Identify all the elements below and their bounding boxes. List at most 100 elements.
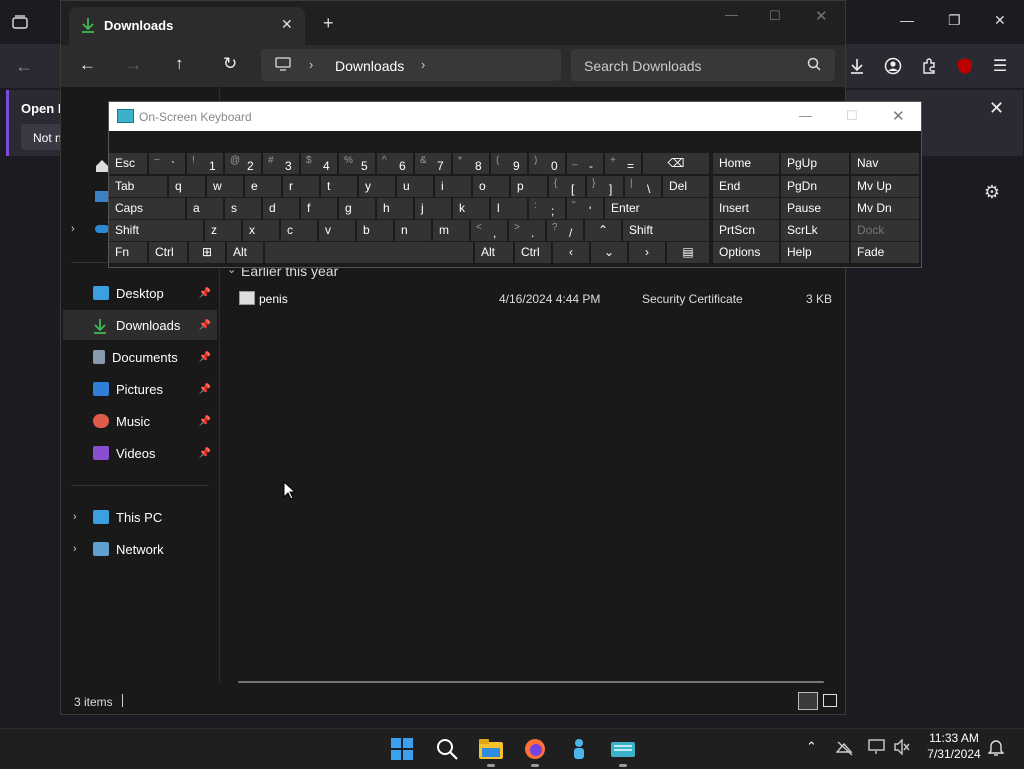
nav-key-4-1[interactable]: Help (781, 242, 849, 263)
key-e[interactable]: e (245, 176, 281, 197)
key-k[interactable]: k (453, 198, 489, 219)
key-d[interactable]: d (263, 198, 299, 219)
show-hidden-icons-chevron-icon[interactable]: ⌃ (806, 739, 817, 755)
key-punct-b-1[interactable]: >. (509, 220, 545, 241)
nav-key-3-2[interactable]: Dock (851, 220, 919, 241)
key-bracket-1[interactable]: }] (587, 176, 623, 197)
extensions-icon[interactable] (917, 54, 941, 78)
file-row[interactable]: penis 4/16/2024 4:44 PM Security Certifi… (231, 287, 835, 311)
nav-item-videos[interactable]: Videos 📌 (63, 438, 217, 468)
nav-key-2-0[interactable]: Insert (713, 198, 779, 219)
browser-close-icon[interactable]: ✕ (994, 12, 1006, 29)
expand-chevron-icon[interactable]: › (71, 223, 75, 235)
settings-gear-icon[interactable]: ⚙ (980, 180, 1004, 204)
key-8[interactable]: * 8 (453, 153, 489, 174)
on-screen-keyboard-taskbar-icon[interactable] (609, 735, 637, 767)
key-q[interactable]: q (169, 176, 205, 197)
network-disconnected-icon[interactable] (835, 740, 854, 759)
pin-icon[interactable]: 📌 (199, 352, 211, 363)
key-n[interactable]: n (395, 220, 431, 241)
notification-bell-icon[interactable] (987, 738, 1005, 759)
speaker-muted-icon[interactable] (893, 738, 911, 758)
key-t[interactable]: t (321, 176, 357, 197)
key-l[interactable]: l (491, 198, 527, 219)
key-punct-b-2[interactable]: ? / (547, 220, 583, 241)
nav-key-1-1[interactable]: PgDn (781, 176, 849, 197)
nav-key-3-1[interactable]: ScrLk (781, 220, 849, 241)
details-view-icon[interactable] (798, 692, 818, 710)
arrow-up-key[interactable]: ⌃ (585, 220, 621, 241)
key-punct-0[interactable]: :; (529, 198, 565, 219)
explorer-maximize-icon[interactable]: ☐ (769, 8, 781, 24)
nav-item-downloads[interactable]: Downloads 📌 (63, 310, 217, 340)
menu-key[interactable]: ▤ (667, 242, 709, 263)
key-bracket-2[interactable]: | \ (625, 176, 661, 197)
key-shift-left[interactable]: Shift (109, 220, 203, 241)
refresh-icon[interactable]: ↻ (223, 54, 237, 74)
nav-key-4-2[interactable]: Fade (851, 242, 919, 263)
key-3[interactable]: #3 (263, 153, 299, 174)
nav-key-0-1[interactable]: PgUp (781, 153, 849, 174)
expand-chevron-icon[interactable]: › (73, 543, 77, 555)
key-a[interactable]: a (187, 198, 223, 219)
key-7[interactable]: & 7 (415, 153, 451, 174)
key-10[interactable]: ) 0 (529, 153, 565, 174)
nav-key-1-2[interactable]: Mv Up (851, 176, 919, 197)
breadcrumb-chevron-icon[interactable]: › (421, 57, 425, 72)
expand-chevron-icon[interactable]: › (73, 511, 77, 523)
key-r[interactable]: r (283, 176, 319, 197)
onedrive-icon[interactable] (95, 225, 109, 233)
nav-key-4-0[interactable]: Options (713, 242, 779, 263)
account-icon[interactable] (881, 54, 905, 78)
new-tab-icon[interactable]: + (323, 13, 334, 34)
up-arrow-icon[interactable]: ↑ (175, 54, 184, 74)
explorer-tab[interactable]: Downloads ✕ (69, 7, 305, 45)
key-m[interactable]: m (433, 220, 469, 241)
key-fn[interactable]: Fn (109, 242, 147, 263)
key-f[interactable]: f (301, 198, 337, 219)
browser-minimize-icon[interactable]: — (900, 12, 914, 28)
key-v[interactable]: v (319, 220, 355, 241)
pin-icon[interactable]: 📌 (199, 320, 211, 331)
people-app-icon[interactable] (565, 735, 593, 763)
key-enter[interactable]: Enter (605, 198, 709, 219)
key-esc[interactable]: Esc (109, 153, 147, 174)
notification-close-icon[interactable]: ✕ (989, 98, 1004, 119)
explorer-close-icon[interactable]: ✕ (815, 7, 828, 25)
key-12[interactable]: + = (605, 153, 641, 174)
pin-icon[interactable]: 📌 (199, 288, 211, 299)
osk-close-icon[interactable]: ✕ (892, 107, 905, 125)
nav-item-documents[interactable]: Documents 📌 (63, 342, 217, 372)
key-h[interactable]: h (377, 198, 413, 219)
key-2[interactable]: @2 (225, 153, 261, 174)
pin-icon[interactable]: 📌 (199, 384, 211, 395)
nav-item-network[interactable]: › Network (63, 534, 217, 564)
key-j[interactable]: j (415, 198, 451, 219)
key-caps[interactable]: Caps (109, 198, 185, 219)
browser-back-icon[interactable]: ← (12, 54, 36, 78)
pin-icon[interactable]: 📌 (199, 416, 211, 427)
nav-key-2-2[interactable]: Mv Dn (851, 198, 919, 219)
key-b[interactable]: b (357, 220, 393, 241)
forward-arrow-icon[interactable]: → (125, 55, 142, 75)
display-icon[interactable] (868, 739, 886, 758)
firefox-icon[interactable] (521, 735, 549, 767)
key-5[interactable]: % 5 (339, 153, 375, 174)
nav-key-0-2[interactable]: Nav (851, 153, 919, 174)
key-g[interactable]: g (339, 198, 375, 219)
taskbar-search-icon[interactable] (433, 735, 461, 763)
nav-item-pictures[interactable]: Pictures 📌 (63, 374, 217, 404)
key-shift-right[interactable]: Shift (623, 220, 709, 241)
key-u[interactable]: u (397, 176, 433, 197)
key-w[interactable]: w (207, 176, 243, 197)
key-x[interactable]: x (243, 220, 279, 241)
osk-maximize-icon[interactable]: ☐ (846, 108, 858, 124)
breadcrumb-downloads[interactable]: Downloads (335, 58, 404, 74)
search-input[interactable]: Search Downloads (571, 49, 835, 81)
nav-item-music[interactable]: Music 📌 (63, 406, 217, 436)
nav-key-3-0[interactable]: PrtScn (713, 220, 779, 241)
key-punct-b-0[interactable]: <, (471, 220, 507, 241)
key-alt-left[interactable]: Alt (227, 242, 263, 263)
nav-key-1-0[interactable]: End (713, 176, 779, 197)
key-alt-right[interactable]: Alt (475, 242, 513, 263)
